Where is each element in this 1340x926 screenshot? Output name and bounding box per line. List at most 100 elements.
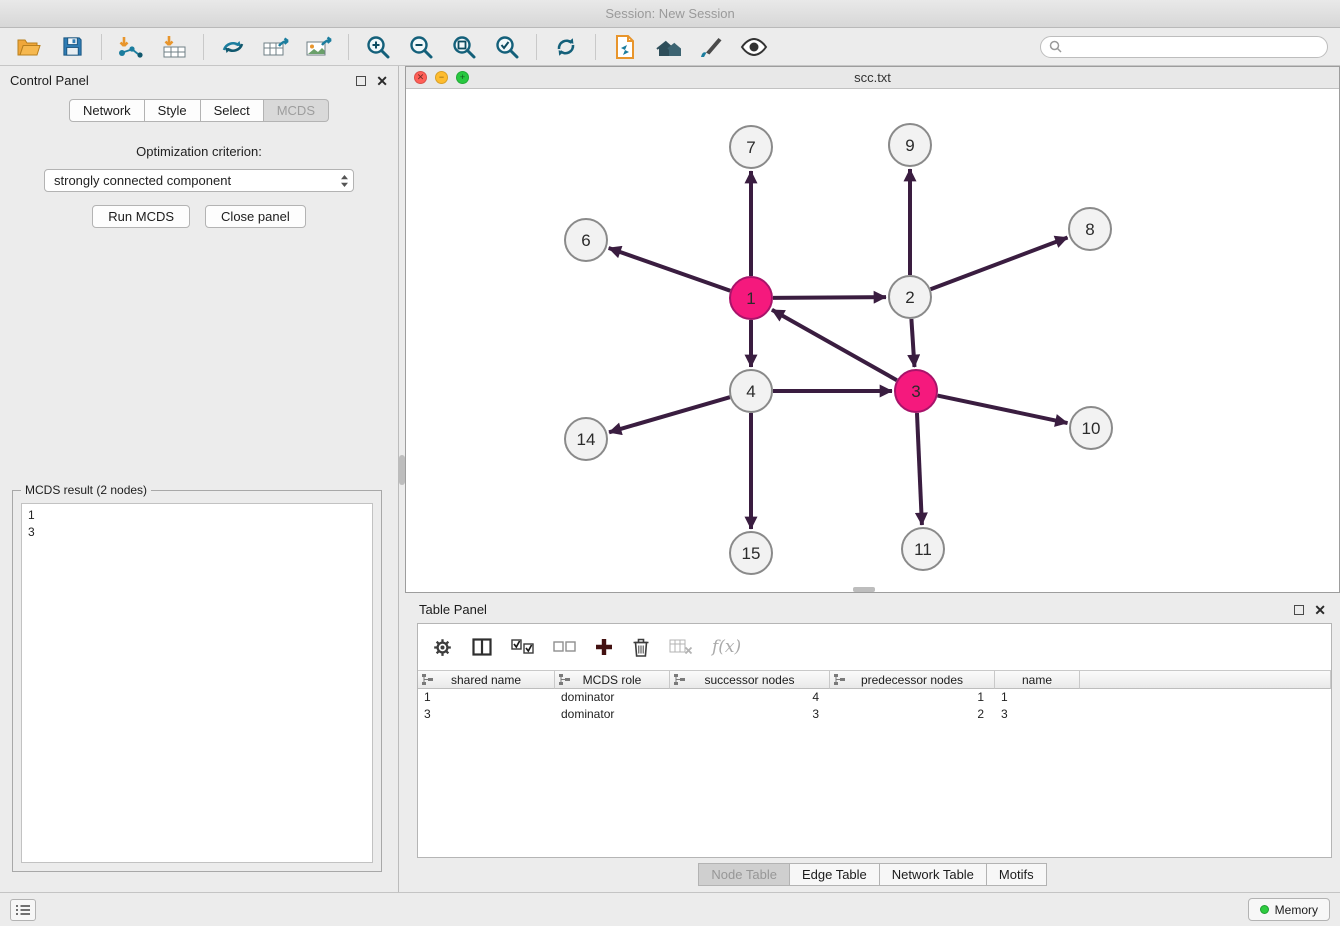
open-file-button[interactable]	[12, 32, 46, 62]
edge-1-6[interactable]	[609, 248, 731, 291]
edge-3-10[interactable]	[938, 396, 1068, 423]
toolbar-separator	[595, 34, 596, 60]
refresh-icon	[553, 34, 579, 60]
network-arrows-button[interactable]	[216, 32, 250, 62]
node-7[interactable]: 7	[730, 126, 772, 168]
select-all-columns-button[interactable]	[511, 639, 534, 655]
clear-table-button[interactable]	[669, 639, 693, 655]
node-label: 9	[905, 136, 914, 155]
column-header-mcds-role[interactable]: MCDS role	[555, 670, 670, 689]
search-input[interactable]	[1067, 40, 1319, 54]
column-header-successor-nodes[interactable]: successor nodes	[670, 670, 830, 689]
save-session-button[interactable]	[55, 32, 89, 62]
delete-column-button[interactable]	[632, 637, 650, 657]
zoom-out-button[interactable]	[404, 32, 438, 62]
zoom-out-icon	[408, 34, 434, 60]
tab-network-table[interactable]: Network Table	[880, 863, 987, 886]
close-table-panel-button[interactable]: ✕	[1314, 605, 1326, 615]
vertical-scrollbar-handle[interactable]	[399, 455, 405, 485]
eye-icon	[739, 36, 769, 58]
tab-select[interactable]: Select	[201, 99, 264, 122]
zoom-fit-button[interactable]	[447, 32, 481, 62]
close-panel-button[interactable]: ✕	[376, 76, 388, 86]
node-11[interactable]: 11	[902, 528, 944, 570]
show-hide-button[interactable]	[737, 32, 771, 62]
toolbar-separator	[536, 34, 537, 60]
tab-style[interactable]: Style	[145, 99, 201, 122]
search-field[interactable]	[1040, 36, 1328, 58]
node-table: f(x) shared name MCDS role successor nod…	[417, 623, 1332, 858]
table-row[interactable]: 1 dominator 4 1 1	[418, 689, 1331, 706]
zoom-selected-button[interactable]	[490, 32, 524, 62]
tab-node-table[interactable]: Node Table	[698, 863, 790, 886]
save-icon	[61, 35, 84, 58]
column-header-predecessor-nodes[interactable]: predecessor nodes	[830, 670, 995, 689]
edge-3-1[interactable]	[772, 310, 897, 380]
mcds-result-list[interactable]: 1 3	[21, 503, 373, 863]
node-9[interactable]: 9	[889, 124, 931, 166]
home-button[interactable]	[651, 32, 685, 62]
export-image-button[interactable]	[302, 32, 336, 62]
node-14[interactable]: 14	[565, 418, 607, 460]
tab-edge-table[interactable]: Edge Table	[790, 863, 880, 886]
refresh-layout-button[interactable]	[549, 32, 583, 62]
style-brush-button[interactable]	[694, 32, 728, 62]
network-window-titlebar[interactable]: ✕ − + scc.txt	[406, 67, 1339, 89]
table-settings-button[interactable]	[432, 637, 453, 658]
edge-4-14[interactable]	[609, 397, 730, 432]
node-8[interactable]: 8	[1069, 208, 1111, 250]
import-network-button[interactable]	[114, 32, 148, 62]
toolbar-separator	[348, 34, 349, 60]
float-table-panel-button[interactable]	[1294, 605, 1304, 615]
unselect-all-columns-button[interactable]	[553, 639, 576, 655]
create-column-button[interactable]	[595, 638, 613, 656]
edge-2-3[interactable]	[911, 319, 914, 367]
import-table-button[interactable]	[157, 32, 191, 62]
task-history-button[interactable]	[10, 899, 36, 921]
network-canvas[interactable]: 7 9 6 8 1 2 4 3 14 10 15 11	[406, 89, 1339, 592]
result-item[interactable]: 3	[28, 524, 366, 541]
run-mcds-button[interactable]: Run MCDS	[92, 205, 190, 228]
zoom-in-button[interactable]	[361, 32, 395, 62]
node-label: 6	[581, 231, 590, 250]
close-panel-inner-button[interactable]: Close panel	[205, 205, 306, 228]
export-table-button[interactable]	[259, 32, 293, 62]
node-6[interactable]: 6	[565, 219, 607, 261]
export-image-icon	[305, 34, 333, 60]
show-columns-button[interactable]	[472, 638, 492, 656]
zoom-fit-icon	[451, 34, 477, 60]
node-label: 14	[577, 430, 596, 449]
plus-icon	[595, 638, 613, 656]
table-row[interactable]: 3 dominator 3 2 3	[418, 706, 1331, 723]
node-2[interactable]: 2	[889, 276, 931, 318]
tab-mcds[interactable]: MCDS	[264, 99, 329, 122]
network-from-selection-button[interactable]	[608, 32, 642, 62]
horizontal-scrollbar-handle[interactable]	[853, 587, 875, 592]
edge-1-2[interactable]	[773, 297, 886, 298]
node-label: 3	[911, 382, 920, 401]
tab-motifs[interactable]: Motifs	[987, 863, 1047, 886]
edge-2-8[interactable]	[931, 237, 1068, 289]
memory-status-icon	[1260, 905, 1269, 914]
node-10[interactable]: 10	[1070, 407, 1112, 449]
memory-button[interactable]: Memory	[1248, 898, 1330, 921]
function-builder-button[interactable]: f(x)	[712, 637, 741, 657]
tab-network[interactable]: Network	[69, 99, 145, 122]
network-graph: 7 9 6 8 1 2 4 3 14 10 15 11	[406, 89, 1339, 592]
float-panel-button[interactable]	[356, 76, 366, 86]
column-header-name[interactable]: name	[995, 670, 1080, 689]
node-15[interactable]: 15	[730, 532, 772, 574]
edge-3-11[interactable]	[917, 413, 922, 525]
fx-icon: f(x)	[712, 637, 741, 657]
network-window-title: scc.txt	[406, 70, 1339, 85]
window-titlebar[interactable]: Session: New Session	[0, 0, 1340, 28]
node-4[interactable]: 4	[730, 370, 772, 412]
search-icon	[1049, 40, 1062, 53]
result-item[interactable]: 1	[28, 507, 366, 524]
folder-open-icon	[16, 35, 42, 59]
column-header-shared-name[interactable]: shared name	[418, 670, 555, 689]
node-3[interactable]: 3	[895, 370, 937, 412]
criterion-select[interactable]: strongly connected component	[44, 169, 354, 192]
network-window: ✕ − + scc.txt 7 9 6 8 1 2 4 3 14 10 15 11	[405, 66, 1340, 593]
node-1[interactable]: 1	[730, 277, 772, 319]
